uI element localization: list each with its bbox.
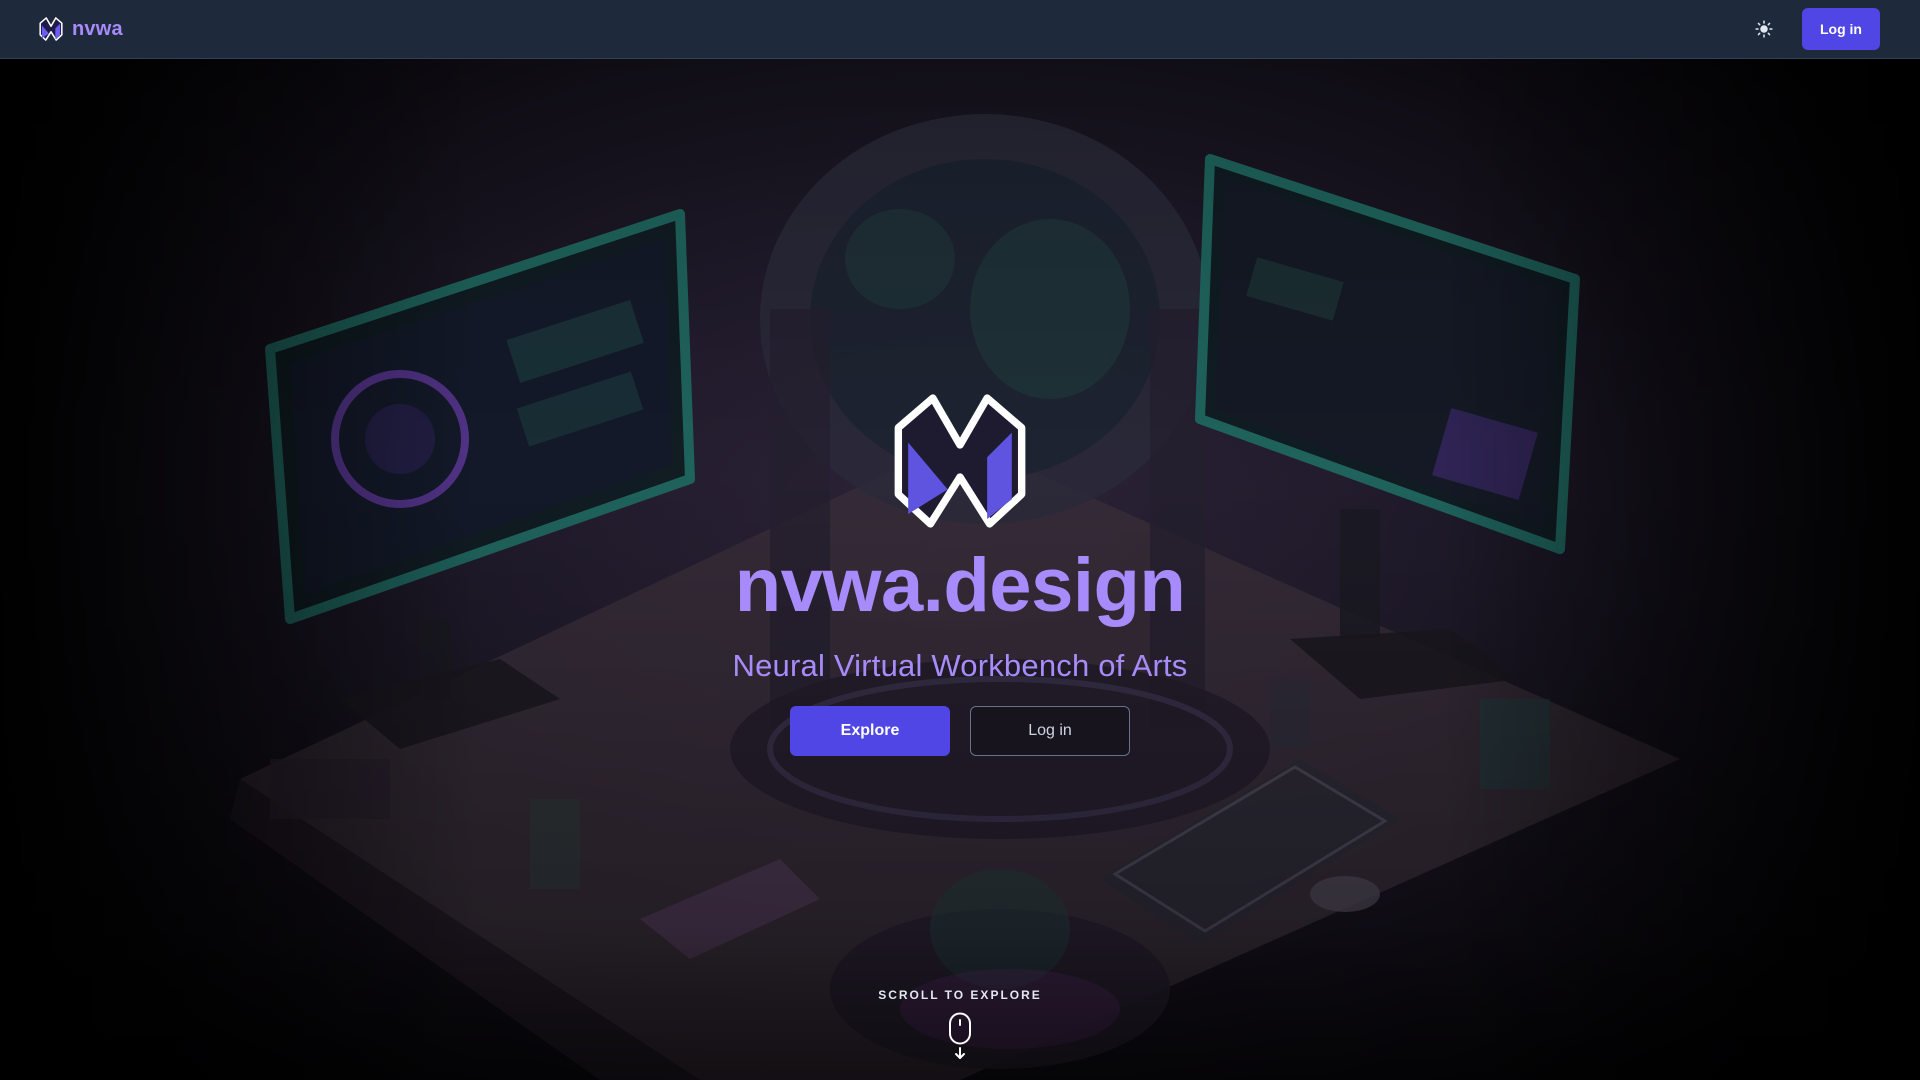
top-navbar: nvwa Log in [0,0,1920,59]
hero-title: nvwa.design [734,543,1186,628]
sun-icon [1755,20,1773,38]
nvwa-logo-icon [894,394,1026,528]
nvwa-logo-icon [39,17,63,41]
nav-actions: Log in [1748,8,1880,50]
brand-name: nvwa [72,17,123,40]
hero-subtitle: Neural Virtual Workbench of Arts [732,648,1188,683]
scroll-label: SCROLL TO EXPLORE [878,988,1042,1002]
theme-toggle-button[interactable] [1748,13,1780,45]
mouse-scroll-icon [949,1012,971,1059]
hero-actions: Explore Log in [790,706,1130,756]
explore-button[interactable]: Explore [790,706,950,756]
hero-content: nvwa.design Neural Virtual Workbench of … [0,390,1920,756]
header-login-button[interactable]: Log in [1802,8,1880,50]
scroll-hint: SCROLL TO EXPLORE [0,988,1920,1060]
brand-link[interactable]: nvwa [38,16,123,42]
hero-login-button[interactable]: Log in [970,706,1130,756]
